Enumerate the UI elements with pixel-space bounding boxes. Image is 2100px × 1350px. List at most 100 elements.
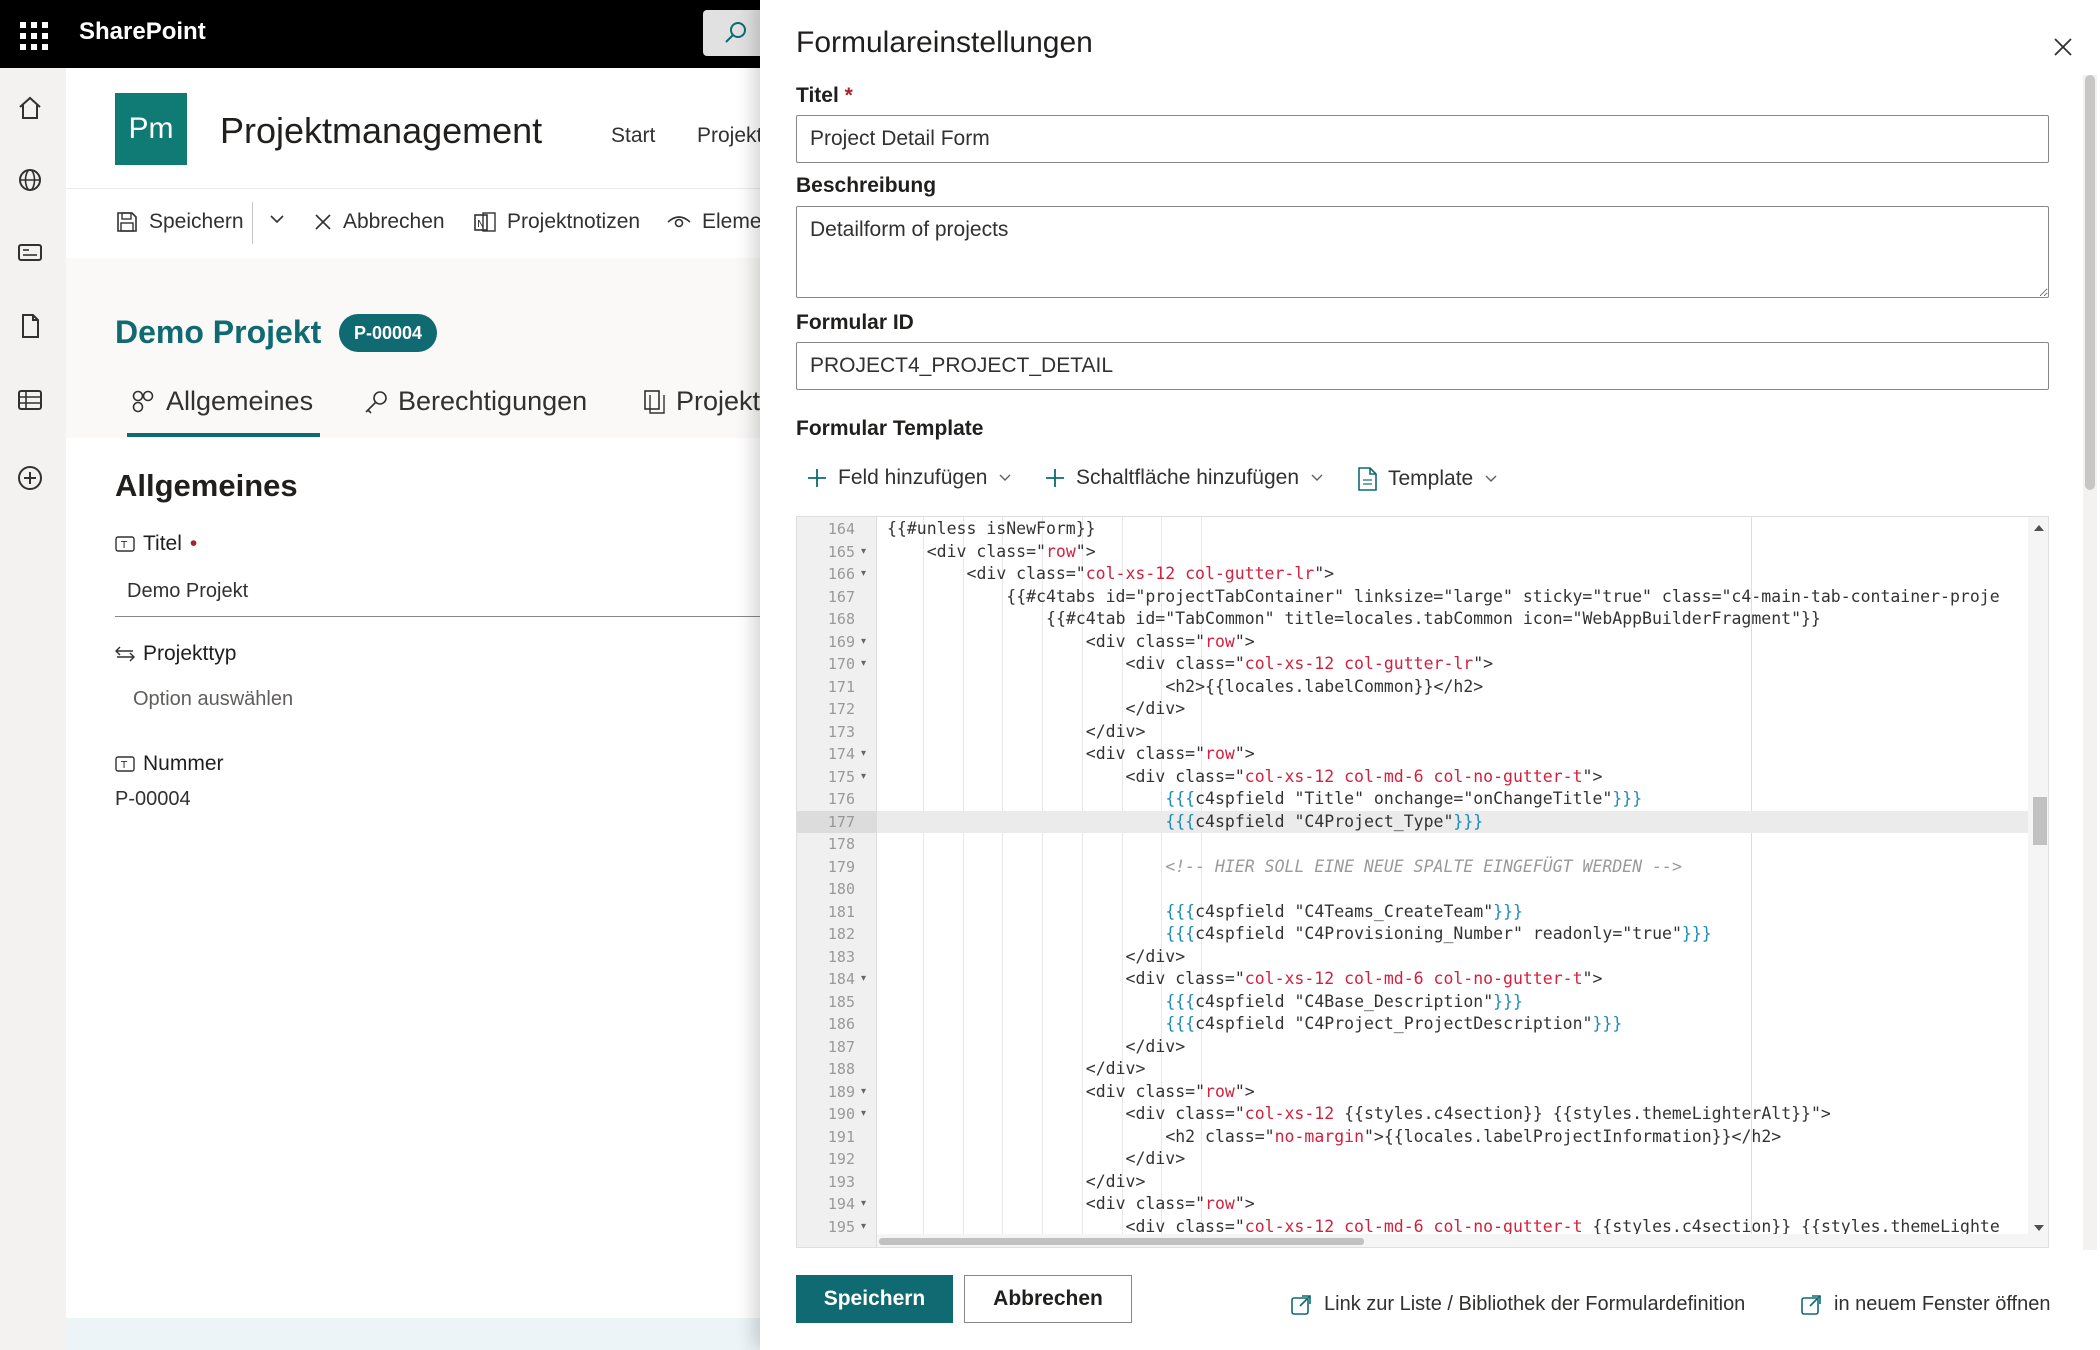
- code-line[interactable]: {{#c4tab id="TabCommon" title=locales.ta…: [877, 608, 2028, 631]
- element-command-button[interactable]: Eleme: [666, 210, 762, 234]
- code-line[interactable]: <div class="row">: [877, 1081, 2028, 1104]
- code-line[interactable]: <h2>{{locales.labelCommon}}</h2>: [877, 676, 2028, 699]
- fold-toggle-icon[interactable]: ▾: [861, 563, 871, 586]
- code-line[interactable]: <!-- HIER SOLL EINE NEUE SPALTE EINGEFÜG…: [877, 856, 2028, 879]
- fold-toggle-icon[interactable]: ▾: [861, 1103, 871, 1126]
- tab-projekte[interactable]: Projekte: [642, 386, 775, 417]
- fold-toggle-icon[interactable]: ▾: [861, 541, 871, 564]
- list-definition-link[interactable]: Link zur Liste / Bibliothek der Formular…: [1290, 1293, 1745, 1316]
- code-line[interactable]: <div class="row">: [877, 743, 2028, 766]
- code-line[interactable]: </div>: [877, 1171, 2028, 1194]
- list-icon[interactable]: [14, 384, 46, 416]
- code-line[interactable]: {{{c4spfield "C4Project_Type"}}}: [877, 811, 2028, 834]
- fold-toggle-icon[interactable]: ▾: [861, 653, 871, 676]
- fold-toggle-icon[interactable]: ▾: [861, 743, 871, 766]
- field-title-underline: [115, 616, 766, 617]
- scroll-up-icon[interactable]: [2033, 523, 2045, 533]
- site-nav-start[interactable]: Start: [611, 124, 655, 148]
- panel-scroll-thumb[interactable]: [2085, 75, 2095, 490]
- save-options-dropdown[interactable]: [268, 210, 286, 228]
- editor-horizontal-thumb[interactable]: [879, 1238, 1364, 1245]
- add-field-button[interactable]: Feld hinzufügen: [806, 466, 1013, 490]
- code-line[interactable]: <div class="col-xs-12 col-gutter-lr">: [877, 653, 2028, 676]
- cancel-command-button[interactable]: Abbrechen: [313, 210, 445, 234]
- code-line[interactable]: <div class="row">: [877, 541, 2028, 564]
- app-launcher-icon[interactable]: [14, 16, 48, 50]
- code-line[interactable]: {{{c4spfield "C4Provisioning_Number" rea…: [877, 923, 2028, 946]
- code-line[interactable]: {{#unless isNewForm}}: [877, 518, 2028, 541]
- template-code-editor[interactable]: 164 165 ▾ 166 ▾ 167 168 169 ▾ 170 ▾ 171 172 173 174 ▾ 17…: [796, 516, 2049, 1248]
- chevron-down-icon: [270, 215, 284, 224]
- site-nav-projekt[interactable]: Projekt: [697, 124, 762, 148]
- site-title[interactable]: Projektmanagement: [220, 110, 542, 152]
- title-input[interactable]: [796, 115, 2049, 163]
- line-number: 169: [827, 632, 855, 651]
- save-button[interactable]: Speichern: [796, 1275, 953, 1323]
- code-line[interactable]: </div>: [877, 1036, 2028, 1059]
- field-projecttype-dropdown[interactable]: Option auswählen: [133, 688, 293, 711]
- field-title-value[interactable]: Demo Projekt: [127, 580, 248, 603]
- description-textarea[interactable]: Detailform of projects: [796, 206, 2049, 298]
- line-number: 182: [827, 925, 855, 943]
- template-button[interactable]: Template: [1356, 466, 1499, 492]
- cancel-button[interactable]: Abbrechen: [964, 1275, 1132, 1323]
- code-line[interactable]: [877, 833, 2028, 856]
- add-circle-icon[interactable]: [14, 462, 46, 494]
- fold-toggle-icon[interactable]: ▾: [861, 968, 871, 991]
- project-notes-label: Projektnotizen: [507, 210, 641, 233]
- document-icon[interactable]: [14, 310, 46, 342]
- code-line[interactable]: </div>: [877, 1058, 2028, 1081]
- fold-toggle-icon[interactable]: ▾: [861, 1081, 871, 1104]
- line-number: 165: [827, 542, 855, 561]
- save-command-button[interactable]: Speichern: [115, 210, 244, 234]
- code-line[interactable]: {{{c4spfield "C4Teams_CreateTeam"}}}: [877, 901, 2028, 924]
- close-icon[interactable]: [2052, 36, 2074, 58]
- home-icon[interactable]: [14, 92, 46, 124]
- line-number: 174: [827, 745, 855, 763]
- code-line[interactable]: [877, 878, 2028, 901]
- globe-icon[interactable]: [14, 164, 46, 196]
- fold-toggle-icon[interactable]: ▾: [861, 631, 871, 654]
- code-line[interactable]: </div>: [877, 946, 2028, 969]
- code-line[interactable]: <div class="col-xs-12 col-gutter-lr">: [877, 563, 2028, 586]
- header-divider: [66, 188, 766, 189]
- code-line[interactable]: <div class="row">: [877, 1193, 2028, 1216]
- code-line[interactable]: </div>: [877, 698, 2028, 721]
- editor-horizontal-scrollbar[interactable]: [877, 1234, 2028, 1247]
- line-number: 184: [827, 970, 855, 988]
- editor-scroll-thumb[interactable]: [2033, 797, 2047, 845]
- close-icon: [315, 214, 331, 230]
- code-line[interactable]: <div class="col-xs-12 col-md-6 col-no-gu…: [877, 766, 2028, 789]
- fold-toggle-icon[interactable]: ▾: [861, 1193, 871, 1216]
- save-icon: [117, 212, 137, 232]
- suite-title[interactable]: SharePoint: [79, 18, 206, 46]
- fold-toggle-icon[interactable]: ▾: [861, 766, 871, 789]
- text-field-icon: T: [115, 756, 135, 772]
- page-content-area: [66, 438, 766, 1318]
- line-number: 181: [827, 902, 855, 921]
- code-line[interactable]: {{{c4spfield "C4Base_Description"}}}: [877, 991, 2028, 1014]
- project-notes-command-button[interactable]: N Projektnotizen: [473, 210, 640, 234]
- panel-scrollbar[interactable]: [2083, 75, 2097, 1250]
- code-line[interactable]: {{#c4tabs id="projectTabContainer" links…: [877, 586, 2028, 609]
- panel-title: Formulareinstellungen: [796, 26, 1093, 59]
- code-line[interactable]: {{{c4spfield "C4Project_ProjectDescripti…: [877, 1013, 2028, 1036]
- code-line[interactable]: <div class="col-xs-12 {{styles.c4section…: [877, 1103, 2028, 1126]
- add-button-button[interactable]: Schaltfläche hinzufügen: [1044, 466, 1325, 490]
- code-line[interactable]: <div class="col-xs-12 col-md-6 col-no-gu…: [877, 968, 2028, 991]
- code-line[interactable]: <div class="row">: [877, 631, 2028, 654]
- code-line[interactable]: </div>: [877, 1148, 2028, 1171]
- tab-allgemeines[interactable]: Allgemeines: [130, 386, 313, 417]
- code-line[interactable]: <h2 class="no-margin">{{locales.labelPro…: [877, 1126, 2028, 1149]
- code-line[interactable]: {{{c4spfield "Title" onchange="onChangeT…: [877, 788, 2028, 811]
- news-icon[interactable]: [14, 236, 46, 268]
- editor-vertical-scrollbar[interactable]: [2028, 517, 2048, 1247]
- tab-berechtigungen[interactable]: Berechtigungen: [362, 386, 587, 417]
- code-line[interactable]: </div>: [877, 721, 2028, 744]
- site-logo[interactable]: Pm: [115, 93, 187, 165]
- formid-input[interactable]: [796, 342, 2049, 390]
- fold-toggle-icon[interactable]: ▾: [861, 1216, 871, 1239]
- open-new-window-link[interactable]: in neuem Fenster öffnen: [1800, 1293, 2050, 1316]
- code-area[interactable]: {{#unless isNewForm}} <div class="row"> <d…: [877, 517, 2028, 1247]
- scroll-down-icon[interactable]: [2033, 1223, 2045, 1233]
